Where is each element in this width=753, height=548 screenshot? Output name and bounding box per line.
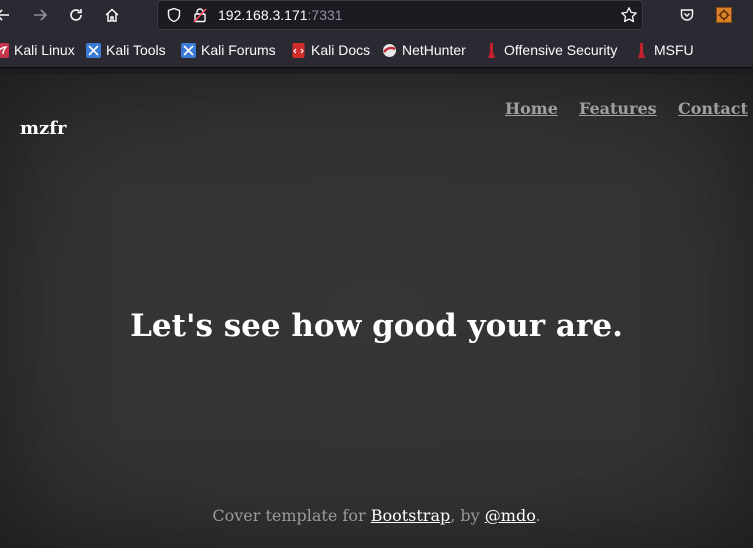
bookmark-kali-forums[interactable]: Kali Forums <box>181 41 276 59</box>
insecure-lock-icon[interactable] <box>189 4 211 26</box>
site-brand: mzfr <box>20 118 67 139</box>
nav-link-home[interactable]: Home <box>505 99 558 118</box>
bookmark-label: Offensive Security <box>504 42 618 58</box>
pocket-icon[interactable] <box>676 4 698 26</box>
bookmark-offensive-security[interactable]: Offensive Security <box>484 41 617 59</box>
nav-link-contact[interactable]: Contact <box>678 99 748 118</box>
page-footer: Cover template for Bootstrap, by @mdo. <box>0 506 753 525</box>
home-icon[interactable] <box>101 4 123 26</box>
bookmark-label: Kali Linux <box>14 42 75 58</box>
browser-window: 192.168.3.171:7331 Kali Linux Kali Tools… <box>0 0 753 548</box>
offsec-icon <box>638 42 645 58</box>
bookmark-label: MSFU <box>654 42 694 58</box>
url-port: :7331 <box>307 7 343 23</box>
bookmark-kali-tools[interactable]: Kali Tools <box>86 41 166 59</box>
tracking-protection-shield-icon[interactable] <box>163 4 185 26</box>
extension-icon[interactable] <box>713 4 735 26</box>
page-headline: Let's see how good your are. <box>130 308 623 344</box>
bookmark-label: Kali Forums <box>201 42 276 58</box>
url-text[interactable]: 192.168.3.171:7331 <box>218 7 343 23</box>
url-host: 192.168.3.171 <box>218 7 308 23</box>
reload-icon[interactable] <box>65 4 87 26</box>
footer-prefix: Cover template for <box>212 506 371 525</box>
bookmark-label: Kali Docs <box>311 42 371 58</box>
footer-suffix: . <box>535 506 541 525</box>
bookmark-star-icon[interactable] <box>618 4 640 26</box>
kali-dragon-icon <box>0 42 9 58</box>
back-icon[interactable] <box>0 4 14 26</box>
offsec-icon <box>488 42 495 58</box>
bookmark-kali-linux[interactable]: Kali Linux <box>0 41 75 59</box>
footer-middle: , by <box>450 506 485 525</box>
footer-mdo-link[interactable]: @mdo <box>485 506 536 525</box>
bookmarks-toolbar: Kali Linux Kali Tools Kali Forums Kali D… <box>0 32 753 68</box>
nav-link-features[interactable]: Features <box>579 99 657 118</box>
kali-dragon-icon <box>181 42 196 58</box>
footer-bootstrap-link[interactable]: Bootstrap <box>371 506 451 525</box>
bookmark-nethunter[interactable]: NetHunter <box>382 41 466 59</box>
bookmark-kali-docs[interactable]: Kali Docs <box>291 41 370 59</box>
bookmark-label: Kali Tools <box>106 42 166 58</box>
browser-toolbar: 192.168.3.171:7331 <box>0 0 753 32</box>
forward-icon[interactable] <box>29 4 51 26</box>
bookmark-label: NetHunter <box>402 42 466 58</box>
bookmark-msfu[interactable]: MSFU <box>634 41 694 59</box>
page-content: mzfr Home Features Contact Let's see how… <box>0 74 753 548</box>
kali-dragon-icon <box>86 42 101 58</box>
nethunter-icon <box>383 43 396 57</box>
url-bar[interactable]: 192.168.3.171:7331 <box>157 0 643 30</box>
kali-docs-icon <box>292 42 305 58</box>
